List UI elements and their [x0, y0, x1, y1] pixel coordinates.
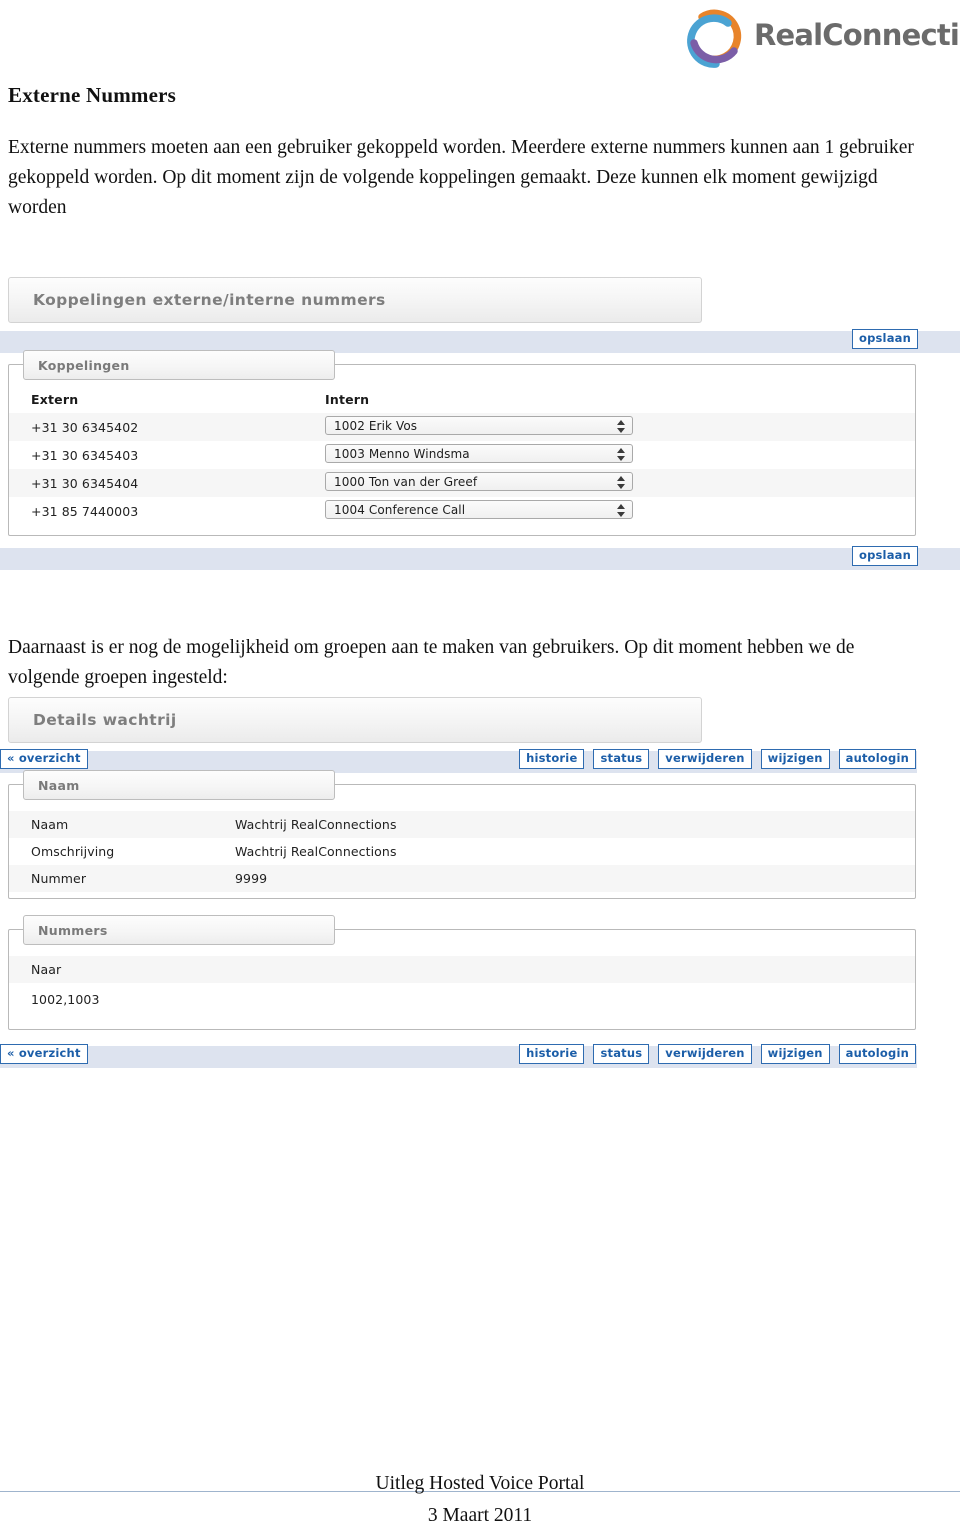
row-label: Nummer	[9, 865, 213, 892]
autologin-button-bottom[interactable]: autologin	[838, 1044, 916, 1064]
save-button-top[interactable]: opslaan	[851, 329, 918, 349]
cell-extern: +31 30 6345403	[9, 441, 303, 469]
row-label: Omschrijving	[9, 838, 213, 865]
autologin-button-top[interactable]: autologin	[838, 749, 916, 769]
toolbar-bottom: « overzicht historie status verwijderen …	[0, 1044, 917, 1068]
cell-intern: 1000 Ton van der Greef	[303, 469, 915, 497]
table-row: Naam Wachtrij RealConnections	[9, 811, 915, 838]
intern-select-value: 1004 Conference Call	[334, 503, 466, 517]
footer-title: Uitleg Hosted Voice Portal	[375, 1473, 585, 1494]
koppelingen-table: Extern Intern +31 30 6345402 1002 Erik V…	[9, 389, 915, 525]
middle-paragraph: Daarnaast is er nog de mogelijkheid om g…	[8, 637, 855, 688]
nummers-table: Naar 1002,1003	[9, 956, 915, 1015]
spinner-arrows-icon	[617, 475, 626, 490]
intern-select[interactable]: 1000 Ton van der Greef	[325, 472, 633, 491]
verwijderen-button-top[interactable]: verwijderen	[658, 749, 752, 769]
spinner-arrows-icon	[617, 447, 626, 462]
panel-title: Details wachtrij	[33, 711, 177, 729]
table-header-row: Naar	[9, 956, 915, 983]
intern-select[interactable]: 1004 Conference Call	[325, 500, 633, 519]
table-row: Nummer 9999	[9, 865, 915, 892]
table-row: +31 85 7440003 1004 Conference Call	[9, 497, 915, 525]
naam-table: Naam Wachtrij RealConnections Omschrijvi…	[9, 811, 915, 892]
cell-intern: 1002 Erik Vos	[303, 413, 915, 441]
spinner-arrows-icon	[617, 503, 626, 518]
cell-naar-value: 1002,1003	[9, 983, 915, 1015]
fieldset-nummers: Nummers Naar 1002,1003	[8, 915, 916, 1030]
intern-select[interactable]: 1002 Erik Vos	[325, 416, 633, 435]
wijzigen-button-top[interactable]: wijzigen	[760, 749, 830, 769]
fieldset-legend-koppelingen: Koppelingen	[23, 350, 335, 380]
column-header-extern: Extern	[31, 392, 79, 407]
column-header-naar: Naar	[9, 956, 915, 983]
realconnections-rings-icon	[687, 9, 742, 68]
action-bar-bottom: opslaan	[0, 546, 960, 570]
footer-date: 3 Maart 2011	[427, 1505, 533, 1526]
table-row: Omschrijving Wachtrij RealConnections	[9, 838, 915, 865]
screenshot-details-wachtrij: Details wachtrij « overzicht historie st…	[0, 697, 960, 1068]
brand-logo: RealConnections	[674, 2, 960, 76]
intern-select-value: 1003 Menno Windsma	[334, 447, 470, 461]
intern-select[interactable]: 1003 Menno Windsma	[325, 444, 633, 463]
fieldset-legend-naam: Naam	[23, 770, 335, 800]
back-to-overview-button-bottom[interactable]: « overzicht	[0, 1044, 88, 1064]
panel-header-wachtrij: Details wachtrij	[8, 697, 702, 743]
fieldset-legend-label: Nummers	[38, 922, 108, 938]
spinner-arrows-icon	[617, 419, 626, 434]
table-row: +31 30 6345404 1000 Ton van der Greef	[9, 469, 915, 497]
cell-extern: +31 30 6345402	[9, 413, 303, 441]
cell-intern: 1004 Conference Call	[303, 497, 915, 525]
fieldset-legend-label: Naam	[38, 777, 80, 793]
row-value: Wachtrij RealConnections	[213, 811, 915, 838]
fieldset-naam: Naam Naam Wachtrij RealConnections Omsch…	[8, 770, 916, 899]
toolbar-button-group-bottom: historie status verwijderen wijzigen aut…	[519, 1044, 916, 1064]
table-row: +31 30 6345403 1003 Menno Windsma	[9, 441, 915, 469]
page-title: Externe Nummers	[8, 83, 177, 107]
table-row: 1002,1003	[9, 983, 915, 1015]
verwijderen-button-bottom[interactable]: verwijderen	[658, 1044, 752, 1064]
intern-select-value: 1002 Erik Vos	[334, 419, 418, 433]
screenshot-koppelingen: Koppelingen externe/interne nummers opsl…	[0, 277, 960, 570]
panel-title: Koppelingen externe/interne nummers	[33, 291, 386, 309]
status-button-top[interactable]: status	[593, 749, 650, 769]
fieldset-legend-label: Koppelingen	[38, 357, 130, 373]
cell-extern: +31 85 7440003	[9, 497, 303, 525]
cell-extern: +31 30 6345404	[9, 469, 303, 497]
back-to-overview-button-top[interactable]: « overzicht	[0, 749, 88, 769]
row-label: Naam	[9, 811, 213, 838]
fieldset-legend-nummers: Nummers	[23, 915, 335, 945]
historie-button-top[interactable]: historie	[519, 749, 585, 769]
column-header-intern: Intern	[325, 392, 370, 407]
toolbar-button-group-top: historie status verwijderen wijzigen aut…	[519, 749, 916, 769]
logo-wordmark: RealConnections	[754, 18, 960, 52]
row-value: Wachtrij RealConnections	[213, 838, 915, 865]
fieldset-koppelingen: Koppelingen Extern Intern +31 30 6345402…	[8, 350, 916, 536]
wijzigen-button-bottom[interactable]: wijzigen	[760, 1044, 830, 1064]
status-button-bottom[interactable]: status	[593, 1044, 650, 1064]
intro-paragraph: Externe nummers moeten aan een gebruiker…	[8, 137, 914, 218]
table-header-row: Extern Intern	[9, 389, 915, 413]
intern-select-value: 1000 Ton van der Greef	[334, 475, 478, 489]
row-value: 9999	[213, 865, 915, 892]
historie-button-bottom[interactable]: historie	[519, 1044, 585, 1064]
save-button-bottom[interactable]: opslaan	[851, 546, 918, 566]
cell-intern: 1003 Menno Windsma	[303, 441, 915, 469]
table-row: +31 30 6345402 1002 Erik Vos	[9, 413, 915, 441]
panel-header-koppelingen: Koppelingen externe/interne nummers	[8, 277, 702, 323]
